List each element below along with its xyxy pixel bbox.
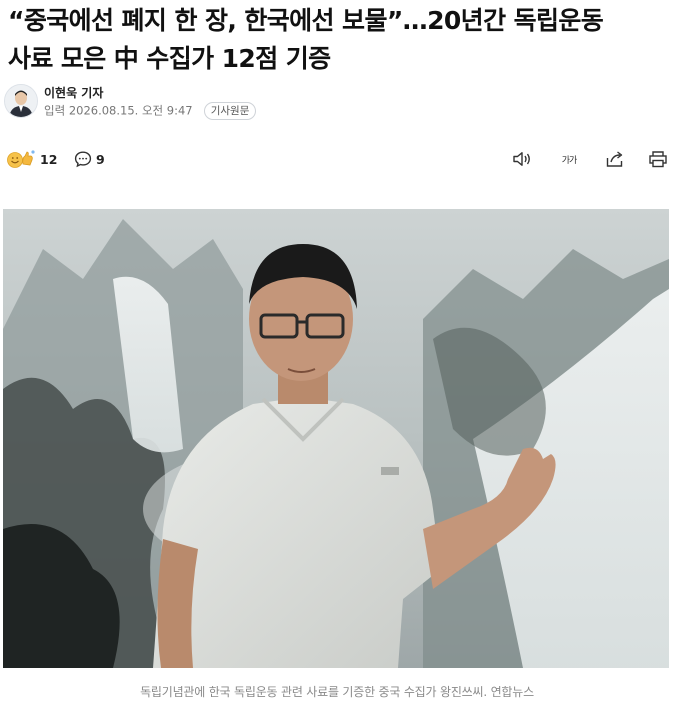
print-icon — [649, 151, 667, 168]
meta-row: 입력 2026.08.15. 오전 9:47 기사원문 — [44, 100, 257, 120]
comment-icon — [74, 151, 92, 168]
byline: 이현욱 기자 입력 2026.08.15. 오전 9:47 기사원문 — [4, 84, 304, 120]
text-size-button[interactable]: 가가 — [556, 149, 582, 169]
reaction-emoji-icon — [6, 149, 36, 169]
person-icon — [5, 85, 37, 117]
comment-button[interactable]: 9 — [74, 148, 105, 170]
reaction-count: 12 — [40, 151, 58, 167]
print-button[interactable] — [647, 149, 669, 169]
article-headline: “중국에선 폐지 한 장, 한국에선 보물”…20년간 독립운동 사료 모은 中… — [8, 2, 668, 78]
reporter-name[interactable]: 이현욱 기자 — [44, 84, 103, 101]
reporter-avatar[interactable] — [4, 84, 38, 118]
share-button[interactable] — [604, 149, 626, 169]
article-photo-image — [3, 209, 669, 668]
share-icon — [606, 151, 623, 167]
original-article-button[interactable]: 기사원문 — [203, 101, 257, 120]
photo-caption: 독립기념관에 한국 독립운동 관련 사료를 기증한 중국 수집가 왕진쓰씨. 연… — [140, 685, 534, 699]
publish-date: 입력 2026.08.15. 오전 9:47 — [44, 103, 193, 118]
text-size-icon: 가가 — [561, 155, 578, 166]
audio-button[interactable] — [511, 149, 533, 169]
action-bar: 12 9 가가 — [0, 146, 674, 172]
headline-line-1: “중국에선 폐지 한 장, 한국에선 보물”…20년간 독립운동 — [8, 6, 604, 35]
headline-line-2: 사료 모은 中 수집가 12점 기증 — [8, 44, 331, 73]
article-photo[interactable] — [3, 209, 669, 668]
speaker-icon — [513, 152, 530, 166]
comment-count: 9 — [96, 151, 105, 167]
reaction-button[interactable]: 12 — [6, 148, 57, 170]
